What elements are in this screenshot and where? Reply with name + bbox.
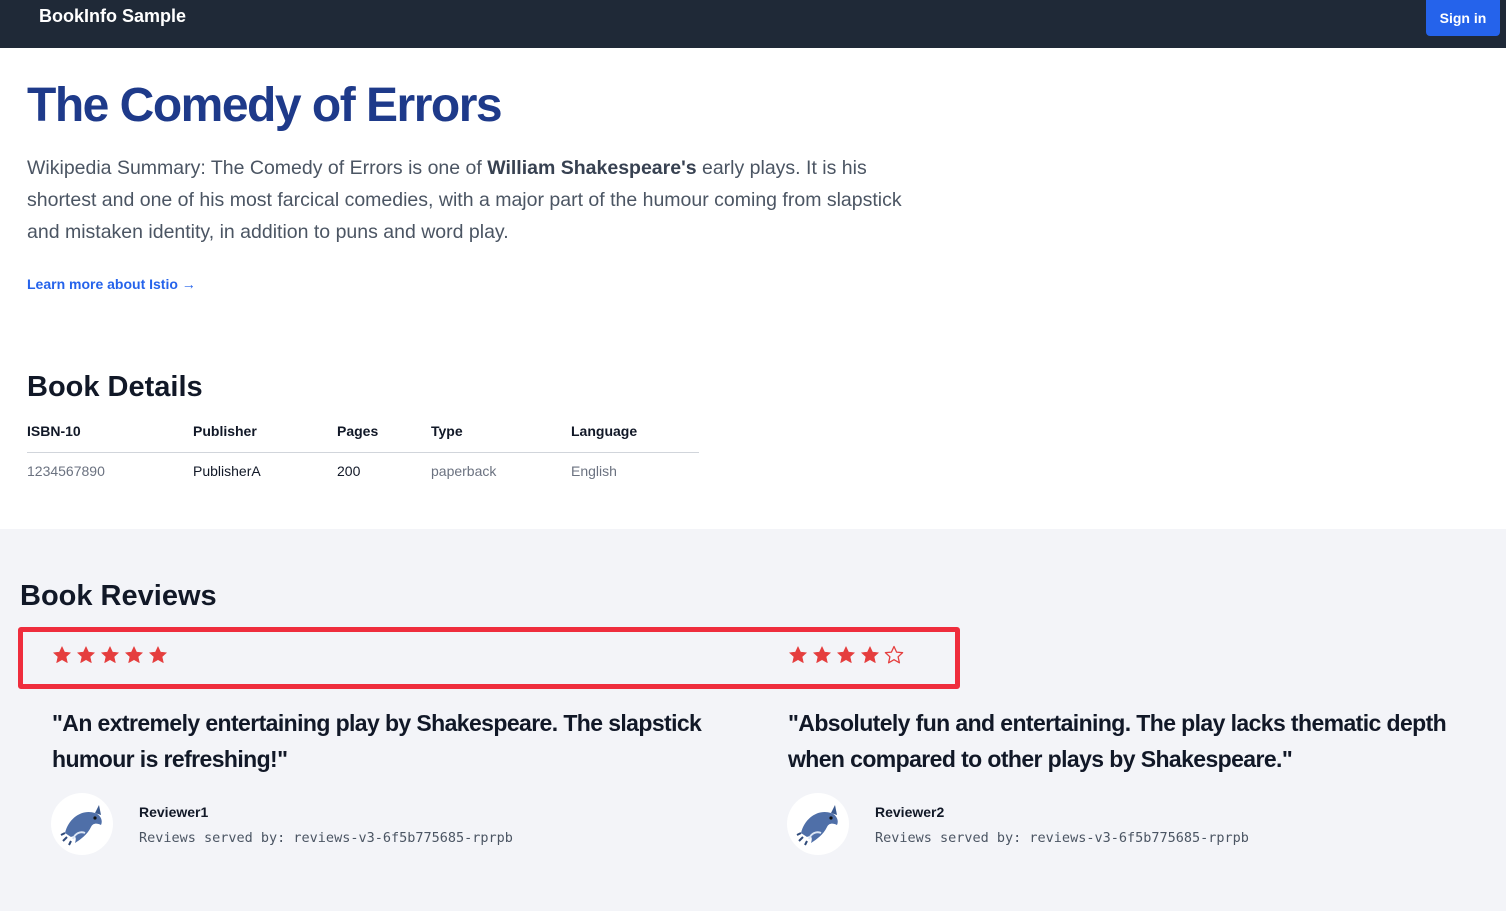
- star-filled-icon: [53, 646, 71, 664]
- column-header: Publisher: [193, 410, 337, 453]
- reviewer-2-avatar: [787, 793, 849, 855]
- dolphin-icon: [60, 805, 102, 846]
- summary-author: William Shakespeare's: [487, 157, 697, 179]
- star-filled-icon: [125, 646, 143, 664]
- column-header: Language: [571, 410, 699, 453]
- pages-cell: 200: [337, 463, 361, 480]
- isbn-cell: 1234567890: [27, 463, 105, 480]
- star-filled-icon: [789, 646, 807, 664]
- book-reviews-heading: Book Reviews: [20, 580, 217, 612]
- book-title: The Comedy of Errors: [27, 79, 503, 132]
- reviewer-1-served-by: Reviews served by: reviews-v3-6f5b775685…: [139, 830, 513, 846]
- star-filled-icon: [861, 646, 879, 664]
- book-reviews-section: Book Reviews "An extremely entertaining …: [0, 529, 1506, 911]
- column-header: ISBN-10: [27, 410, 193, 453]
- star-empty-icon: [884, 645, 904, 664]
- book-details-table: ISBN-10 Publisher Pages Type Language 12…: [27, 410, 699, 490]
- reviewer-2-served-by: Reviews served by: reviews-v3-6f5b775685…: [875, 830, 1249, 846]
- book-details-heading: Book Details: [27, 371, 203, 403]
- star-filled-icon: [813, 646, 831, 664]
- type-cell: paperback: [431, 463, 497, 480]
- column-header: Pages: [337, 410, 431, 453]
- review-1-rating: [52, 645, 168, 665]
- brand-title[interactable]: BookInfo Sample: [39, 6, 186, 26]
- review-2-rating: [788, 645, 904, 665]
- reviewer-2-name: Reviewer2: [875, 804, 945, 820]
- star-filled-icon: [837, 646, 855, 664]
- book-summary: Wikipedia Summary: The Comedy of Errors …: [27, 152, 927, 248]
- reviewer-1-avatar: [51, 793, 113, 855]
- table-row: 1234567890 PublisherA 200 paperback Engl…: [27, 452, 699, 490]
- summary-text-start: Wikipedia Summary: The Comedy of Errors …: [27, 157, 488, 179]
- language-cell: English: [571, 463, 617, 480]
- publisher-cell: PublisherA: [193, 463, 261, 480]
- reviewer-1-name: Reviewer1: [139, 804, 209, 820]
- dolphin-icon: [796, 805, 838, 846]
- review-1-text: "An extremely entertaining play by Shake…: [52, 710, 702, 772]
- sign-in-button[interactable]: Sign in: [1426, 0, 1500, 36]
- star-filled-icon: [101, 646, 119, 664]
- table-header-row: ISBN-10 Publisher Pages Type Language: [27, 410, 699, 453]
- column-header: Type: [431, 410, 571, 453]
- review-2-text: "Absolutely fun and entertaining. The pl…: [788, 710, 1447, 772]
- star-filled-icon: [149, 646, 167, 664]
- top-navbar: BookInfo Sample Sign in: [0, 0, 1506, 48]
- star-filled-icon: [77, 646, 95, 664]
- learn-more-link[interactable]: Learn more about Istio →: [27, 275, 196, 293]
